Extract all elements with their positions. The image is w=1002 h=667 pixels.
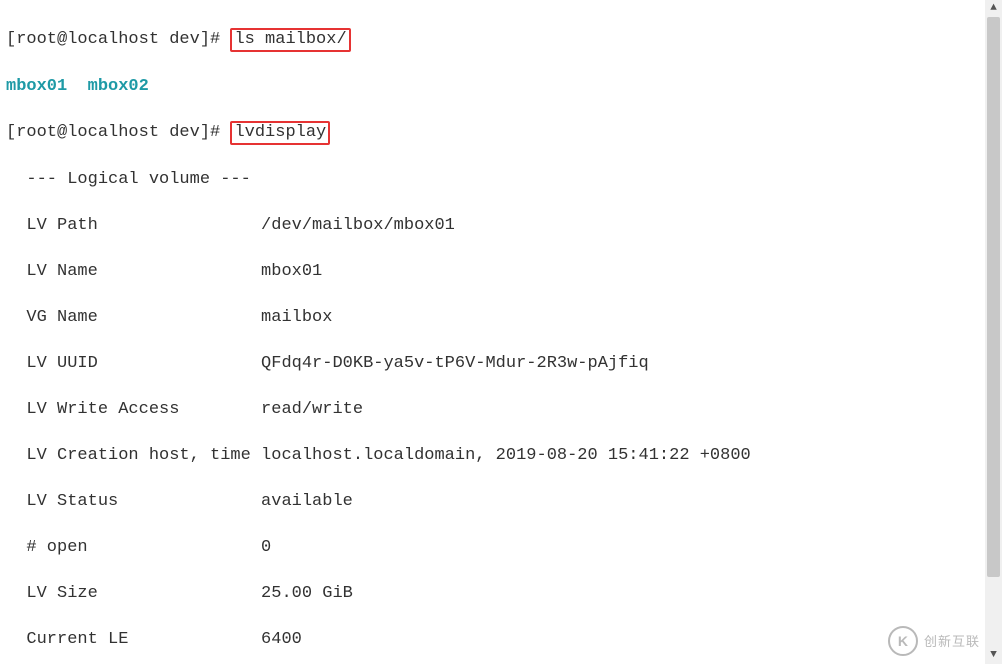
lv1-open: # open 0: [6, 536, 996, 559]
field-value: mbox01: [261, 260, 322, 283]
lv1-vg: VG Name mailbox: [6, 306, 996, 329]
lv1-path: LV Path /dev/mailbox/mbox01: [6, 214, 996, 237]
lv1-write-access: LV Write Access read/write: [6, 398, 996, 421]
field-label: LV Status: [6, 490, 261, 513]
lv1-name: LV Name mbox01: [6, 260, 996, 283]
command-lvdisplay: lvdisplay: [230, 121, 330, 145]
field-label: # open: [6, 536, 261, 559]
prompt-line-2: [root@localhost dev]# lvdisplay: [6, 121, 996, 145]
field-label: LV Name: [6, 260, 261, 283]
field-value: read/write: [261, 398, 363, 421]
watermark-text: 创新互联: [924, 630, 980, 653]
lv1-uuid: LV UUID QFdq4r-D0KB-ya5v-tP6V-Mdur-2R3w-…: [6, 352, 996, 375]
scrollbar-up-button[interactable]: ▲: [985, 0, 1002, 17]
lv1-current-le: Current LE 6400: [6, 628, 996, 651]
ls-output: mbox01 mbox02: [6, 75, 996, 98]
field-value: 0: [261, 536, 271, 559]
field-value: QFdq4r-D0KB-ya5v-tP6V-Mdur-2R3w-pAjfiq: [261, 352, 649, 375]
lv1-size: LV Size 25.00 GiB: [6, 582, 996, 605]
field-label: LV Size: [6, 582, 261, 605]
watermark: K 创新互联: [888, 626, 980, 656]
scrollbar-vertical[interactable]: ▲ ▼: [985, 0, 1002, 664]
lv1-creation-time: LV Creation host, time localhost.localdo…: [6, 444, 996, 467]
field-value: 6400: [261, 628, 302, 651]
terminal-output: [root@localhost dev]# ls mailbox/ mbox01…: [0, 0, 1002, 667]
field-label: LV Path: [6, 214, 261, 237]
lv1-status: LV Status available: [6, 490, 996, 513]
watermark-logo-icon: K: [888, 626, 918, 656]
field-value: available: [261, 490, 353, 513]
prompt-prefix: [root@localhost dev]#: [6, 30, 230, 49]
field-label: LV UUID: [6, 352, 261, 375]
command-ls: ls mailbox/: [230, 28, 350, 52]
field-value: 25.00 GiB: [261, 582, 353, 605]
field-label: Current LE: [6, 628, 261, 651]
scrollbar-thumb[interactable]: [987, 17, 1000, 577]
scrollbar-down-button[interactable]: ▼: [985, 647, 1002, 664]
field-label: LV Write Access: [6, 398, 261, 421]
prompt-line-1: [root@localhost dev]# ls mailbox/: [6, 28, 996, 52]
field-value: mailbox: [261, 306, 332, 329]
field-label: LV Creation host, time: [6, 444, 261, 467]
prompt-prefix: [root@localhost dev]#: [6, 123, 230, 142]
field-value: localhost.localdomain, 2019-08-20 15:41:…: [261, 444, 751, 467]
lv1-header: --- Logical volume ---: [6, 168, 996, 191]
field-value: /dev/mailbox/mbox01: [261, 214, 455, 237]
field-label: VG Name: [6, 306, 261, 329]
